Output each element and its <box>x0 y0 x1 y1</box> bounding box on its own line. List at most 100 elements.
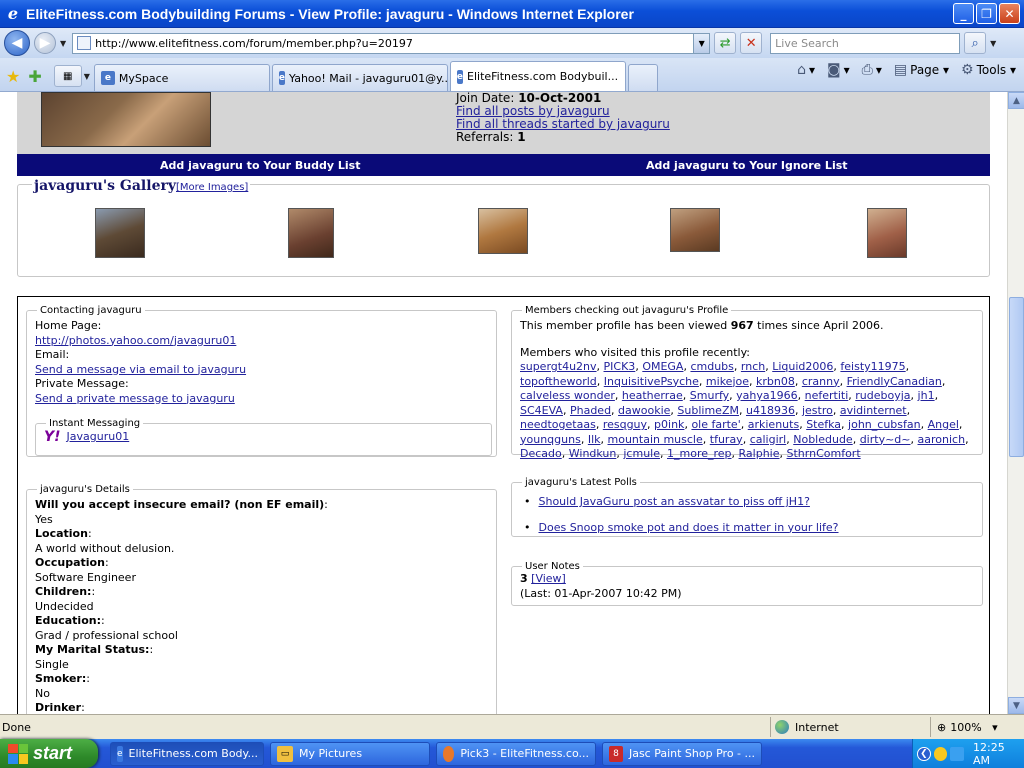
back-button[interactable]: ◀ <box>4 30 30 56</box>
visitor-link[interactable]: krbn08 <box>756 375 795 388</box>
visitor-link[interactable]: caligirl <box>750 433 787 446</box>
visitor-link[interactable]: needtogetaas <box>520 418 596 431</box>
visitor-link[interactable]: Phaded <box>570 404 611 417</box>
address-dropdown-icon[interactable]: ▼ <box>693 33 710 53</box>
tab-myspace[interactable]: e MySpace <box>93 64 270 91</box>
zoom-control[interactable]: ⊕ 100% ▾ <box>930 717 1024 737</box>
yahoo-id-link[interactable]: Javaguru01 <box>67 430 130 445</box>
visitor-link[interactable]: jcmule <box>623 447 660 460</box>
gallery-thumbnail[interactable] <box>867 208 907 258</box>
tray-expand-icon[interactable]: ❮ <box>917 746 931 761</box>
address-field[interactable]: http://www.elitefitness.com/forum/member… <box>72 32 711 54</box>
gallery-thumbnail[interactable] <box>95 208 145 258</box>
visitor-link[interactable]: Nobledude <box>793 433 852 446</box>
messenger-icon[interactable] <box>933 746 948 761</box>
gallery-thumbnail[interactable] <box>288 208 334 258</box>
start-button[interactable]: start <box>0 739 98 768</box>
add-favorites-icon[interactable]: ✚ <box>28 67 41 86</box>
visitor-link[interactable]: Ilk <box>588 433 601 446</box>
visitor-link[interactable]: SublimeZM <box>677 404 739 417</box>
visitor-link[interactable]: dawookie <box>618 404 670 417</box>
visitor-link[interactable]: SthrnComfort <box>787 447 861 460</box>
visitor-link[interactable]: avidinternet <box>840 404 907 417</box>
visitor-link[interactable]: supergt4u2nv <box>520 360 597 373</box>
minimize-button[interactable]: _ <box>953 3 974 24</box>
favorites-star-icon[interactable]: ★ <box>6 67 20 86</box>
scroll-thumb[interactable] <box>1009 297 1024 457</box>
taskbar-item-paint-shop[interactable]: 8 Jasc Paint Shop Pro - ... <box>602 741 762 766</box>
visitor-link[interactable]: heatherrae <box>622 389 683 402</box>
visitor-link[interactable]: Angel <box>928 418 959 431</box>
visitor-link[interactable]: ole farte' <box>691 418 740 431</box>
poll-link[interactable]: Should JavaGuru post an assvatar to piss… <box>539 495 810 510</box>
vertical-scrollbar[interactable]: ▲ ▼ <box>1007 92 1024 714</box>
home-page-link[interactable]: http://photos.yahoo.com/javaguru01 <box>35 334 488 349</box>
tab-elitefitness[interactable]: e EliteFitness.com Bodybuil... ✕ <box>449 61 626 91</box>
visitor-link[interactable]: younqguns <box>520 433 581 446</box>
visitor-link[interactable]: 1_more_rep <box>667 447 732 460</box>
home-button[interactable]: ⌂ ▾ <box>797 62 815 78</box>
visitor-link[interactable]: aaronich <box>918 433 966 446</box>
visitor-link[interactable]: Ralphie <box>739 447 780 460</box>
email-link[interactable]: Send a message via email to javaguru <box>35 363 488 378</box>
search-input[interactable]: Live Search <box>770 32 961 54</box>
visitor-link[interactable]: calveless wonder <box>520 389 615 402</box>
visitor-link[interactable]: PICK3 <box>604 360 636 373</box>
page-menu[interactable]: ▤ Page ▾ <box>894 62 949 78</box>
taskbar-item-elitefitness[interactable]: e EliteFitness.com Body... <box>110 741 264 766</box>
tab-list-dropdown-icon[interactable]: ▼ <box>84 72 90 81</box>
gallery-thumbnail[interactable] <box>670 208 720 252</box>
visitor-link[interactable]: rudeboyja <box>855 389 910 402</box>
history-dropdown-icon[interactable]: ▼ <box>60 39 66 48</box>
add-ignore-link[interactable]: Add javaguru to Your Ignore List <box>504 159 991 172</box>
feeds-button[interactable]: ◙ ▾ <box>827 62 850 78</box>
visitor-link[interactable]: tfuray <box>710 433 743 446</box>
visitor-link[interactable]: Windkun <box>569 447 617 460</box>
visitor-link[interactable]: p0ink <box>654 418 684 431</box>
visitor-link[interactable]: resqguy <box>603 418 647 431</box>
visitor-link[interactable]: Stefka <box>806 418 841 431</box>
more-images-link[interactable]: [More Images] <box>176 182 248 193</box>
notes-view-link[interactable]: [View] <box>531 572 566 585</box>
visitor-link[interactable]: yahya1966 <box>736 389 797 402</box>
pm-link[interactable]: Send a private message to javaguru <box>35 392 488 407</box>
visitor-link[interactable]: u418936 <box>746 404 795 417</box>
network-icon[interactable] <box>950 746 965 761</box>
visitor-link[interactable]: FriendlyCanadian <box>847 375 942 388</box>
visitor-link[interactable]: SC4EVA <box>520 404 563 417</box>
visitor-link[interactable]: cranny <box>802 375 840 388</box>
search-options-icon[interactable]: ▼ <box>990 39 996 48</box>
taskbar-item-my-pictures[interactable]: ▭ My Pictures <box>270 741 430 766</box>
scroll-up-icon[interactable]: ▲ <box>1008 92 1024 109</box>
visitor-link[interactable]: jestro <box>802 404 833 417</box>
visitor-link[interactable]: nefertiti <box>805 389 849 402</box>
visitor-link[interactable]: InquisitivePsyche <box>604 375 699 388</box>
visitor-link[interactable]: mikejoe <box>706 375 749 388</box>
new-tab-button[interactable] <box>627 64 658 91</box>
url-text[interactable]: http://www.elitefitness.com/forum/member… <box>95 37 693 50</box>
taskbar-item-pick3[interactable]: Pick3 - EliteFitness.co... <box>436 741 596 766</box>
visitor-link[interactable]: Liquid2006 <box>772 360 833 373</box>
visitor-link[interactable]: feisty11975 <box>840 360 905 373</box>
gallery-thumbnail[interactable] <box>478 208 528 254</box>
visitor-link[interactable]: john_cubsfan <box>848 418 921 431</box>
tab-yahoo-mail[interactable]: e Yahoo! Mail - javaguru01@y... <box>271 64 448 91</box>
close-button[interactable]: ✕ <box>999 3 1020 24</box>
visitor-link[interactable]: Decado <box>520 447 562 460</box>
stop-button[interactable]: ✕ <box>740 32 763 54</box>
visitor-link[interactable]: Smurfy <box>690 389 729 402</box>
quick-tabs-icon[interactable]: ▦ <box>53 65 82 87</box>
add-buddy-link[interactable]: Add javaguru to Your Buddy List <box>17 159 504 172</box>
tools-menu[interactable]: ⚙ Tools ▾ <box>961 62 1016 78</box>
restore-button[interactable]: ❐ <box>976 3 997 24</box>
refresh-button[interactable]: ⇄ <box>714 32 737 54</box>
forward-button[interactable]: ▶ <box>34 32 56 54</box>
visitor-link[interactable]: OMEGA <box>642 360 683 373</box>
visitor-link[interactable]: mountain muscle <box>608 433 703 446</box>
visitor-link[interactable]: cmdubs <box>690 360 733 373</box>
print-button[interactable]: ⎙ ▾ <box>862 62 882 78</box>
visitor-link[interactable]: arkienuts <box>748 418 799 431</box>
visitor-link[interactable]: rnch <box>741 360 765 373</box>
search-go-icon[interactable]: ⌕ <box>964 32 987 54</box>
scroll-down-icon[interactable]: ▼ <box>1008 697 1024 714</box>
